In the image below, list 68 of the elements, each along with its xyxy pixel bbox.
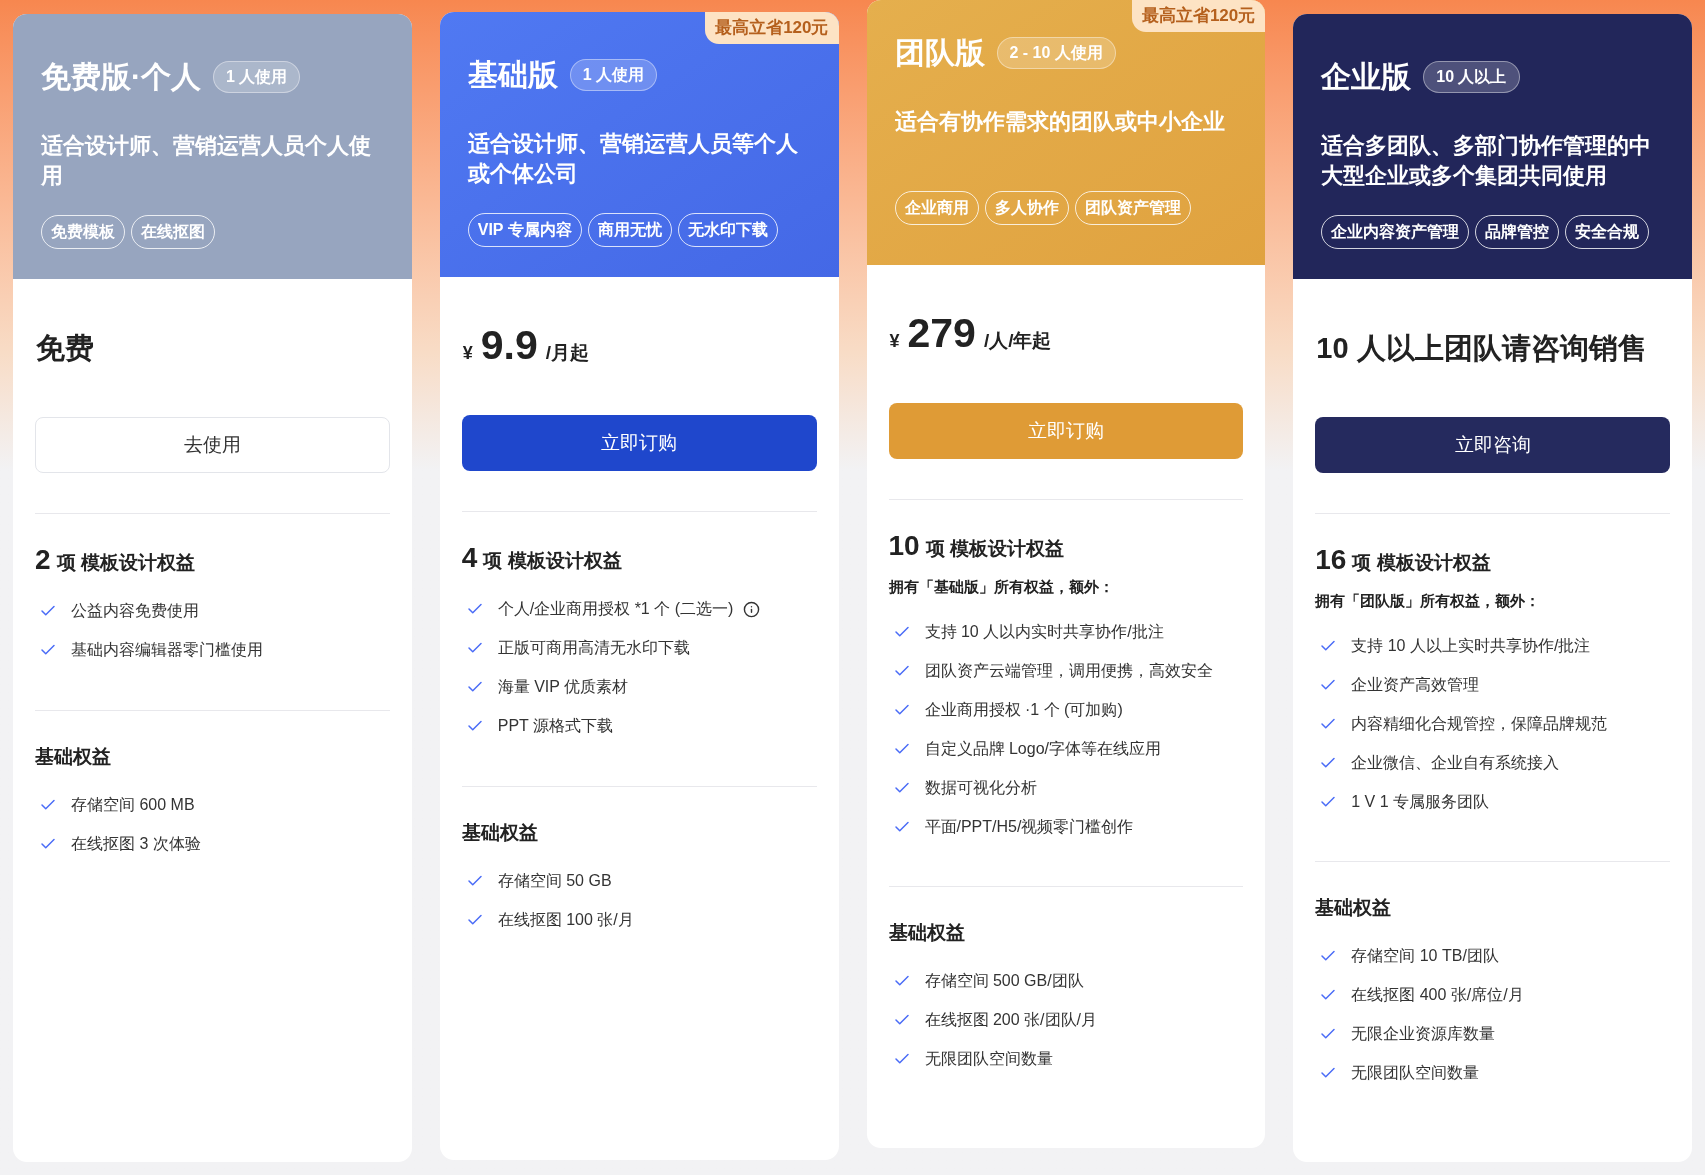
discount-badge: 最高立省120元 xyxy=(1131,0,1266,32)
section-title: 项 模板设计权益 xyxy=(56,551,195,575)
users-tag: 1 人使用 xyxy=(213,60,301,93)
users-tag: 2 - 10 人使用 xyxy=(996,36,1116,69)
section-title: 基础权益 xyxy=(35,744,111,769)
plan-description: 适合有协作需求的团队或中小企业 xyxy=(894,108,1226,136)
benefit-item: 基础内容编辑器零门槛使用 xyxy=(71,640,263,660)
benefit-item: 企业微信、企业自有系统接入 xyxy=(1351,752,1560,773)
benefit-item: 企业商用授权 ·1 个 (可加购) xyxy=(924,699,1123,720)
benefit-item: 公益内容免费使用 xyxy=(71,601,199,621)
benefit-item: 企业资产高效管理 xyxy=(1351,674,1480,695)
benefit-count: 4 xyxy=(461,544,478,572)
users-tag: 10 人以上 xyxy=(1423,60,1520,93)
benefit-item: 在线抠图 400 张/席位/月 xyxy=(1351,985,1524,1005)
benefit-item: 支持 10 人以内实时共享协作/批注 xyxy=(924,621,1164,642)
benefit-count: 16 xyxy=(1315,546,1347,574)
section-title: 基础权益 xyxy=(888,921,965,945)
plan-price: 9.9 xyxy=(480,324,538,366)
plan-title: 企业版 xyxy=(1321,59,1412,95)
plan-button[interactable]: 立即咨询 xyxy=(1315,417,1670,473)
price-unit: /月起 xyxy=(545,340,590,365)
benefit-item: 团队资产云端管理，调用便携，高效安全 xyxy=(924,660,1213,681)
benefit-count: 2 xyxy=(35,546,51,574)
plan-title: 基础版 xyxy=(467,57,558,93)
plan-price: 免费 xyxy=(36,333,94,363)
benefit-item: 无限团队空间数量 xyxy=(924,1049,1053,1069)
benefit-item: 在线抠图 100 张/月 xyxy=(497,909,634,930)
benefit-item: 在线抠图 200 张/团队/月 xyxy=(924,1010,1097,1030)
benefit-item: PPT 源格式下载 xyxy=(497,716,614,736)
price-unit: /人/年起 xyxy=(983,328,1052,353)
benefit-item: 1 V 1 专属服务团队 xyxy=(1351,791,1490,812)
benefit-item: 支持 10 人以上实时共享协作/批注 xyxy=(1351,635,1591,656)
plan-description: 适合设计师、营销运营人员等个人或个体公司 xyxy=(467,130,799,188)
plan-button[interactable]: 立即订购 xyxy=(461,415,817,471)
currency-symbol: ¥ xyxy=(889,329,900,353)
section-title: 项 模板设计权益 xyxy=(925,537,1064,561)
section-subtitle: 拥有「基础版」所有权益，额外： xyxy=(888,576,1115,597)
benefit-item: 平面/PPT/H5/视频零门槛创作 xyxy=(924,816,1134,837)
discount-badge: 最高立省120元 xyxy=(705,12,839,44)
benefit-item: 存储空间 50 GB xyxy=(497,870,612,891)
plan-description: 适合多团队、多部门协作管理的中大型企业或多个集团共同使用 xyxy=(1321,132,1653,190)
benefit-item: 存储空间 600 MB xyxy=(71,794,195,815)
benefit-item: 正版可商用高清无水印下载 xyxy=(497,638,690,658)
benefit-item: 无限企业资源库数量 xyxy=(1351,1024,1496,1044)
benefit-item: 自定义品牌 Logo/字体等在线应用 xyxy=(924,738,1161,759)
plan-price: 10 人以上团队请咨询销售 xyxy=(1316,333,1647,363)
plan-description: 适合设计师、营销运营人员个人使用 xyxy=(41,132,372,190)
benefit-item: 数据可视化分析 xyxy=(924,777,1037,798)
section-title: 基础权益 xyxy=(461,820,538,845)
plan-title: 免费版·个人 xyxy=(41,59,201,95)
section-title: 基础权益 xyxy=(1315,896,1392,920)
currency-symbol: ¥ xyxy=(462,341,473,365)
info-icon[interactable] xyxy=(743,600,761,618)
benefit-item: 存储空间 10 TB/团队 xyxy=(1351,946,1499,966)
users-tag: 1 人使用 xyxy=(569,58,658,91)
benefit-count: 10 xyxy=(888,532,920,560)
section-title: 项 模板设计权益 xyxy=(483,549,622,573)
benefit-item: 存储空间 500 GB/团队 xyxy=(924,971,1084,991)
benefit-item: 在线抠图 3 次体验 xyxy=(71,833,201,854)
section-subtitle: 拥有「团队版」所有权益，额外： xyxy=(1315,590,1542,611)
plan-price: 279 xyxy=(907,312,976,354)
section-title: 项 模板设计权益 xyxy=(1352,551,1491,575)
benefit-item: 个人/企业商用授权 *1 个 (二选一) xyxy=(497,599,734,619)
plan-title: 团队版 xyxy=(894,35,985,71)
plan-button[interactable]: 去使用 xyxy=(35,417,390,473)
benefit-item: 内容精细化合规管控，保障品牌规范 xyxy=(1351,713,1608,734)
benefit-item: 无限团队空间数量 xyxy=(1351,1063,1480,1083)
benefit-item: 海量 VIP 优质素材 xyxy=(497,677,629,697)
